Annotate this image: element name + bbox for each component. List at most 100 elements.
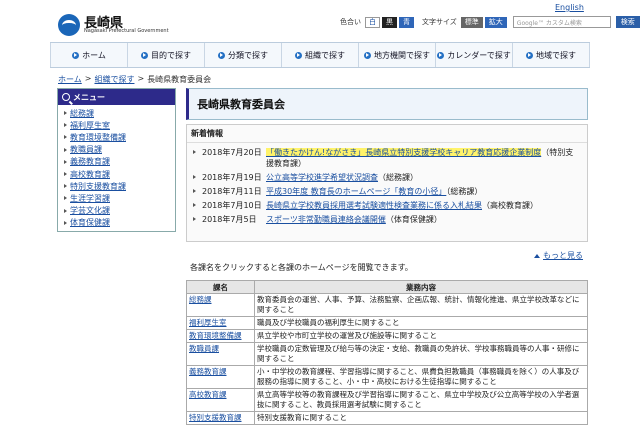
textsize-standard-button[interactable]: 標準	[460, 16, 483, 28]
news-date: 2018年7月10日	[202, 201, 262, 210]
nav-local-agencies[interactable]: 地方機関で探す	[359, 43, 436, 67]
department-link[interactable]: 教育環境整備課	[189, 331, 242, 340]
bullet-icon	[193, 217, 196, 221]
news-link[interactable]: 「働きたかけん!ながさき」長崎県立特別支援学校キャリア教育応援企業制度	[266, 148, 542, 157]
sidebar-link[interactable]: 生涯学習課	[70, 193, 110, 204]
sidebar-item: 特別支援教育課	[64, 180, 175, 192]
sidebar-link[interactable]: 学芸文化課	[70, 205, 110, 216]
column-header: 業務内容	[254, 280, 588, 294]
sidebar-item: 総務課	[64, 107, 175, 119]
sidebar-link[interactable]: 福利厚生室	[70, 120, 110, 131]
nav-organization[interactable]: 組織で探す	[282, 43, 359, 67]
arrow-right-icon	[141, 51, 148, 59]
search-input[interactable]: Google™ カスタム検索	[512, 16, 611, 28]
sidebar-link[interactable]: 特別支援教育課	[70, 181, 126, 192]
news-date: 2018年7月11日	[202, 187, 262, 196]
color-white-button[interactable]: 白	[365, 16, 380, 28]
sidebar-link[interactable]: 総務課	[70, 108, 94, 119]
news-note: （総務課）	[378, 173, 418, 182]
department-desc: 学校職員の定数管理及び給与等の決定・支給、教職員の免許状、学校事務職員等の人事・…	[254, 342, 588, 366]
arrow-right-icon	[526, 51, 533, 59]
sidebar-header: メニュー	[58, 89, 175, 105]
breadcrumb-separator: >	[137, 74, 145, 83]
column-header: 課名	[186, 280, 255, 294]
breadcrumb-organization[interactable]: 組織で探す	[94, 74, 134, 85]
nav-region[interactable]: 地域で探す	[513, 43, 590, 67]
news-list: 2018年7月20日 「働きたかけん!ながさき」長崎県立特別支援学校キャリア教育…	[187, 143, 587, 225]
page-title: 長崎県教育委員会	[197, 98, 285, 111]
news-item: 2018年7月5日 スポーツ非常勤職員連絡会議開催（体育保健課）	[193, 214, 581, 225]
sidebar-link[interactable]: 教職員課	[70, 144, 102, 155]
page-title-box: 長崎県教育委員会	[186, 88, 588, 120]
site-subtitle: Nagasaki Prefectural Government	[84, 28, 169, 34]
color-label: 色合い	[340, 18, 361, 26]
news-link[interactable]: スポーツ非常勤職員連絡会議開催	[266, 215, 386, 224]
department-desc: 県立学校や市町立学校の運営及び施設等に関すること	[254, 329, 588, 343]
department-link[interactable]: 教職員課	[189, 344, 219, 353]
arrow-right-icon	[72, 51, 80, 59]
site-header: 長崎県 Nagasaki Prefectural Government Engl…	[0, 0, 640, 42]
sidebar-item: 生涯学習課	[64, 192, 175, 204]
department-link[interactable]: 総務課	[189, 295, 212, 304]
nav-home[interactable]: ホーム	[50, 43, 128, 67]
global-nav: ホーム 目的で探す 分類で探す 組織で探す 地方機関で探す カレンダーで探す 地…	[50, 42, 590, 68]
bullet-icon	[193, 203, 196, 207]
department-desc: 特別支援教育に関すること	[254, 411, 588, 425]
news-note: （総務課）	[446, 187, 483, 196]
department-desc: 県立高等学校等の教育課程及び学習指導に関すること、県立中学校及び公立高等学校の入…	[254, 388, 588, 412]
bullet-icon	[193, 175, 196, 179]
table-row: 特別支援教育課 特別支援教育に関すること	[186, 411, 588, 425]
bullet-icon	[193, 150, 196, 154]
sidebar-item: 体育保健課	[64, 217, 175, 229]
table-header-row: 課名 業務内容	[186, 280, 588, 294]
sidebar-link[interactable]: 体育保健課	[70, 217, 110, 228]
breadcrumb-separator: >	[84, 74, 92, 83]
bullet-icon	[64, 196, 67, 201]
prefecture-logo-icon[interactable]	[58, 14, 80, 36]
accessibility-tools: 色合い 白 黒 青 文字サイズ 標準 拡大 Google™ カスタム検索 検索	[340, 16, 640, 28]
news-item: 2018年7月19日 公立高等学校進学希望状況調査（総務課）	[193, 172, 581, 183]
department-link[interactable]: 高校教育課	[189, 390, 227, 399]
department-desc: 職員及び学校職員の福利厚生に関すること	[254, 316, 588, 330]
department-desc: 小・中学校の教育課程、学習指導に関すること、県費負担教職員（事務職員を除く）の人…	[254, 365, 588, 389]
english-link[interactable]: English	[555, 3, 584, 12]
nav-calendar[interactable]: カレンダーで探す	[436, 43, 513, 67]
arrow-right-icon	[295, 51, 302, 59]
more-link[interactable]: もっと見る	[534, 250, 583, 261]
news-link[interactable]: 公立高等学校進学希望状況調査	[266, 173, 378, 182]
nav-purpose[interactable]: 目的で探す	[128, 43, 205, 67]
arrow-right-icon	[364, 51, 371, 59]
news-link[interactable]: 長崎県立学校教員採用選考試験適性検査業務に係る入札結果	[266, 201, 482, 210]
bullet-icon	[64, 159, 67, 164]
sidebar-item: 義務教育課	[64, 156, 175, 168]
bullet-icon	[64, 172, 67, 177]
department-link[interactable]: 福利厚生室	[189, 318, 227, 327]
breadcrumb-current: 長崎県教育委員会	[147, 75, 212, 84]
table-row: 福利厚生室 職員及び学校職員の福利厚生に関すること	[186, 316, 588, 330]
nav-category[interactable]: 分類で探す	[205, 43, 282, 67]
bullet-icon	[64, 147, 67, 152]
department-table: 課名 業務内容 総務課 教育委員会の運営、人事、予算、法務監察、企画広報、統計、情…	[186, 280, 588, 425]
search-button[interactable]: 検索	[615, 16, 640, 28]
color-blue-button[interactable]: 青	[399, 16, 414, 28]
department-desc: 教育委員会の運営、人事、予算、法務監察、企画広報、統計、情報化推進、県立学校改革…	[254, 293, 588, 317]
sidebar-link[interactable]: 高校教育課	[70, 169, 110, 180]
table-row: 教育環境整備課 県立学校や市町立学校の運営及び施設等に関すること	[186, 329, 588, 343]
sidebar-item: 福利厚生室	[64, 119, 175, 131]
table-row: 教職員課 学校職員の定数管理及び給与等の決定・支給、教職員の免許状、学校事務職員等…	[186, 342, 588, 366]
sidebar-item: 高校教育課	[64, 168, 175, 180]
color-black-button[interactable]: 黒	[382, 16, 397, 28]
sidebar-title: メニュー	[73, 92, 105, 102]
news-link[interactable]: 平成30年度 教育長のホームページ「教育の小径」	[266, 187, 446, 196]
textsize-large-button[interactable]: 拡大	[484, 16, 507, 28]
sidebar-link[interactable]: 教育環境整備課	[70, 132, 126, 143]
sidebar-item: 教育環境整備課	[64, 131, 175, 143]
department-link[interactable]: 義務教育課	[189, 367, 227, 376]
bullet-icon	[64, 123, 67, 128]
sidebar-link[interactable]: 義務教育課	[70, 156, 110, 167]
department-link[interactable]: 特別支援教育課	[189, 413, 242, 422]
breadcrumb-home[interactable]: ホーム	[58, 74, 82, 85]
arrow-right-icon	[437, 51, 445, 59]
bullet-icon	[64, 111, 67, 116]
news-item: 2018年7月20日 「働きたかけん!ながさき」長崎県立特別支援学校キャリア教育…	[193, 147, 581, 169]
